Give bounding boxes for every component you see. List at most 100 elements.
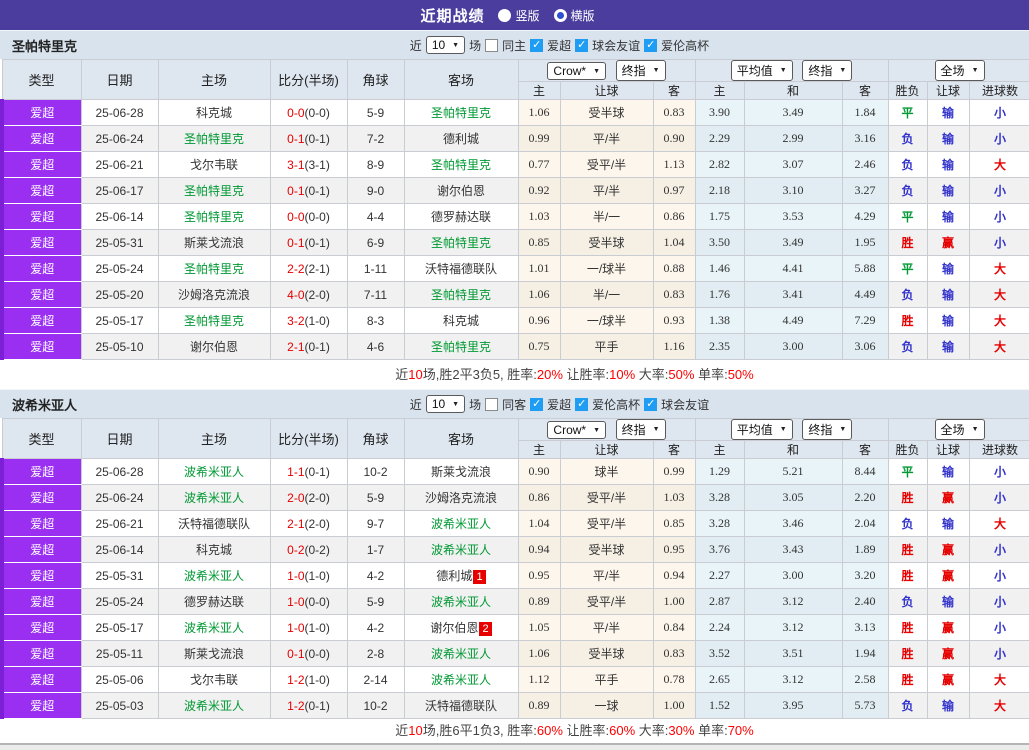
home-team-name[interactable]: 圣帕特里克	[184, 314, 244, 328]
odds-company-select[interactable]: Crow* ▼	[547, 62, 607, 80]
away-team-cell[interactable]: 波希米亚人	[403, 536, 519, 563]
away-team-name[interactable]: 圣帕特里克	[431, 106, 491, 120]
away-team-cell[interactable]: 沃特福德联队	[403, 255, 519, 282]
layout-radio-horizontal[interactable]: 横版	[553, 7, 595, 24]
home-team-cell[interactable]: 沙姆洛克流浪	[157, 281, 271, 308]
same-venue-checkbox[interactable]	[485, 38, 499, 52]
match-count-select[interactable]: 10 ▼	[425, 395, 466, 413]
home-team-name[interactable]: 斯莱戈流浪	[184, 236, 244, 250]
home-team-name[interactable]: 科克城	[196, 543, 232, 557]
away-team-name[interactable]: 德利城	[436, 569, 472, 583]
same-venue-checkbox[interactable]	[485, 397, 499, 411]
away-team-name[interactable]: 波希米亚人	[431, 517, 491, 531]
league-type-cell[interactable]: 爱超	[0, 333, 82, 360]
league-type-cell[interactable]: 爱超	[0, 484, 82, 511]
away-team-cell[interactable]: 斯莱戈流浪	[403, 458, 519, 485]
league-type-cell[interactable]: 爱超	[0, 281, 82, 308]
away-team-cell[interactable]: 圣帕特里克	[403, 229, 519, 256]
league-type-cell[interactable]: 爱超	[0, 562, 82, 589]
home-team-name[interactable]: 波希米亚人	[184, 621, 244, 635]
home-team-name[interactable]: 沃特福德联队	[178, 517, 250, 531]
home-team-cell[interactable]: 沃特福德联队	[157, 510, 271, 537]
average-select[interactable]: 平均值 ▼	[730, 419, 793, 440]
away-team-name[interactable]: 圣帕特里克	[431, 288, 491, 302]
away-team-cell[interactable]: 德罗赫达联	[403, 203, 519, 230]
league-type-cell[interactable]: 爱超	[0, 177, 82, 204]
home-team-name[interactable]: 斯莱戈流浪	[184, 647, 244, 661]
home-team-cell[interactable]: 斯莱戈流浪	[157, 229, 271, 256]
league-type-cell[interactable]: 爱超	[0, 458, 82, 485]
league-type-cell[interactable]: 爱超	[0, 588, 82, 615]
away-team-name[interactable]: 谢尔伯恩	[437, 184, 485, 198]
home-team-cell[interactable]: 圣帕特里克	[157, 177, 271, 204]
final-average-select[interactable]: 终指 ▼	[802, 60, 853, 81]
home-team-name[interactable]: 波希米亚人	[184, 465, 244, 479]
away-team-cell[interactable]: 波希米亚人	[403, 640, 519, 667]
home-team-name[interactable]: 戈尔韦联	[190, 673, 238, 687]
league-type-cell[interactable]: 爱超	[0, 151, 82, 178]
away-team-name[interactable]: 圣帕特里克	[431, 236, 491, 250]
away-team-cell[interactable]: 德利城	[403, 125, 519, 152]
home-team-name[interactable]: 波希米亚人	[184, 491, 244, 505]
away-team-name[interactable]: 德罗赫达联	[431, 210, 491, 224]
away-team-name[interactable]: 沙姆洛克流浪	[425, 491, 497, 505]
league-type-cell[interactable]: 爱超	[0, 229, 82, 256]
home-team-cell[interactable]: 德罗赫达联	[157, 588, 271, 615]
league-type-cell[interactable]: 爱超	[0, 666, 82, 693]
home-team-cell[interactable]: 波希米亚人	[157, 692, 271, 719]
home-team-cell[interactable]: 波希米亚人	[157, 484, 271, 511]
away-team-cell[interactable]: 波希米亚人	[403, 588, 519, 615]
away-team-name[interactable]: 波希米亚人	[431, 647, 491, 661]
away-team-cell[interactable]: 圣帕特里克	[403, 99, 519, 126]
league-checkbox-1[interactable]	[575, 38, 589, 52]
home-team-cell[interactable]: 圣帕特里克	[157, 307, 271, 334]
away-team-cell[interactable]: 沙姆洛克流浪	[403, 484, 519, 511]
home-team-cell[interactable]: 科克城	[157, 536, 271, 563]
home-team-name[interactable]: 圣帕特里克	[184, 184, 244, 198]
away-team-name[interactable]: 沃特福德联队	[425, 262, 497, 276]
final-average-select[interactable]: 终指 ▼	[802, 419, 853, 440]
league-checkbox-0[interactable]	[530, 38, 544, 52]
home-team-cell[interactable]: 谢尔伯恩	[157, 333, 271, 360]
home-team-name[interactable]: 沙姆洛克流浪	[178, 288, 250, 302]
match-count-select[interactable]: 10 ▼	[425, 36, 466, 54]
league-type-cell[interactable]: 爱超	[0, 640, 82, 667]
league-type-cell[interactable]: 爱超	[0, 692, 82, 719]
home-team-name[interactable]: 戈尔韦联	[190, 158, 238, 172]
final-odds-select[interactable]: 终指 ▼	[615, 60, 666, 81]
home-team-name[interactable]: 圣帕特里克	[184, 210, 244, 224]
odds-company-select[interactable]: Crow* ▼	[547, 421, 607, 439]
home-team-name[interactable]: 波希米亚人	[184, 569, 244, 583]
fullmatch-select[interactable]: 全场 ▼	[934, 419, 985, 440]
average-select[interactable]: 平均值 ▼	[730, 60, 793, 81]
home-team-cell[interactable]: 斯莱戈流浪	[157, 640, 271, 667]
final-odds-select[interactable]: 终指 ▼	[615, 419, 666, 440]
home-team-cell[interactable]: 波希米亚人	[157, 562, 271, 589]
home-team-cell[interactable]: 戈尔韦联	[157, 151, 271, 178]
away-team-name[interactable]: 波希米亚人	[431, 543, 491, 557]
league-checkbox-2[interactable]	[644, 397, 658, 411]
home-team-cell[interactable]: 戈尔韦联	[157, 666, 271, 693]
layout-radio-vertical[interactable]: 竖版	[498, 7, 540, 24]
home-team-name[interactable]: 德罗赫达联	[184, 595, 244, 609]
away-team-name[interactable]: 波希米亚人	[431, 595, 491, 609]
away-team-name[interactable]: 圣帕特里克	[431, 340, 491, 354]
league-type-cell[interactable]: 爱超	[0, 614, 82, 641]
away-team-name[interactable]: 谢尔伯恩	[430, 621, 478, 635]
away-team-name[interactable]: 圣帕特里克	[431, 158, 491, 172]
home-team-name[interactable]: 圣帕特里克	[184, 132, 244, 146]
home-team-cell[interactable]: 圣帕特里克	[157, 255, 271, 282]
home-team-name[interactable]: 圣帕特里克	[184, 262, 244, 276]
away-team-name[interactable]: 斯莱戈流浪	[431, 465, 491, 479]
league-type-cell[interactable]: 爱超	[0, 536, 82, 563]
away-team-cell[interactable]: 波希米亚人	[403, 510, 519, 537]
away-team-name[interactable]: 德利城	[443, 132, 479, 146]
away-team-cell[interactable]: 圣帕特里克	[403, 333, 519, 360]
home-team-name[interactable]: 谢尔伯恩	[190, 340, 238, 354]
league-checkbox-1[interactable]	[575, 397, 589, 411]
away-team-name[interactable]: 沃特福德联队	[425, 699, 497, 713]
away-team-cell[interactable]: 德利城 1	[403, 562, 519, 589]
away-team-cell[interactable]: 沃特福德联队	[403, 692, 519, 719]
home-team-cell[interactable]: 波希米亚人	[157, 614, 271, 641]
away-team-name[interactable]: 波希米亚人	[431, 673, 491, 687]
